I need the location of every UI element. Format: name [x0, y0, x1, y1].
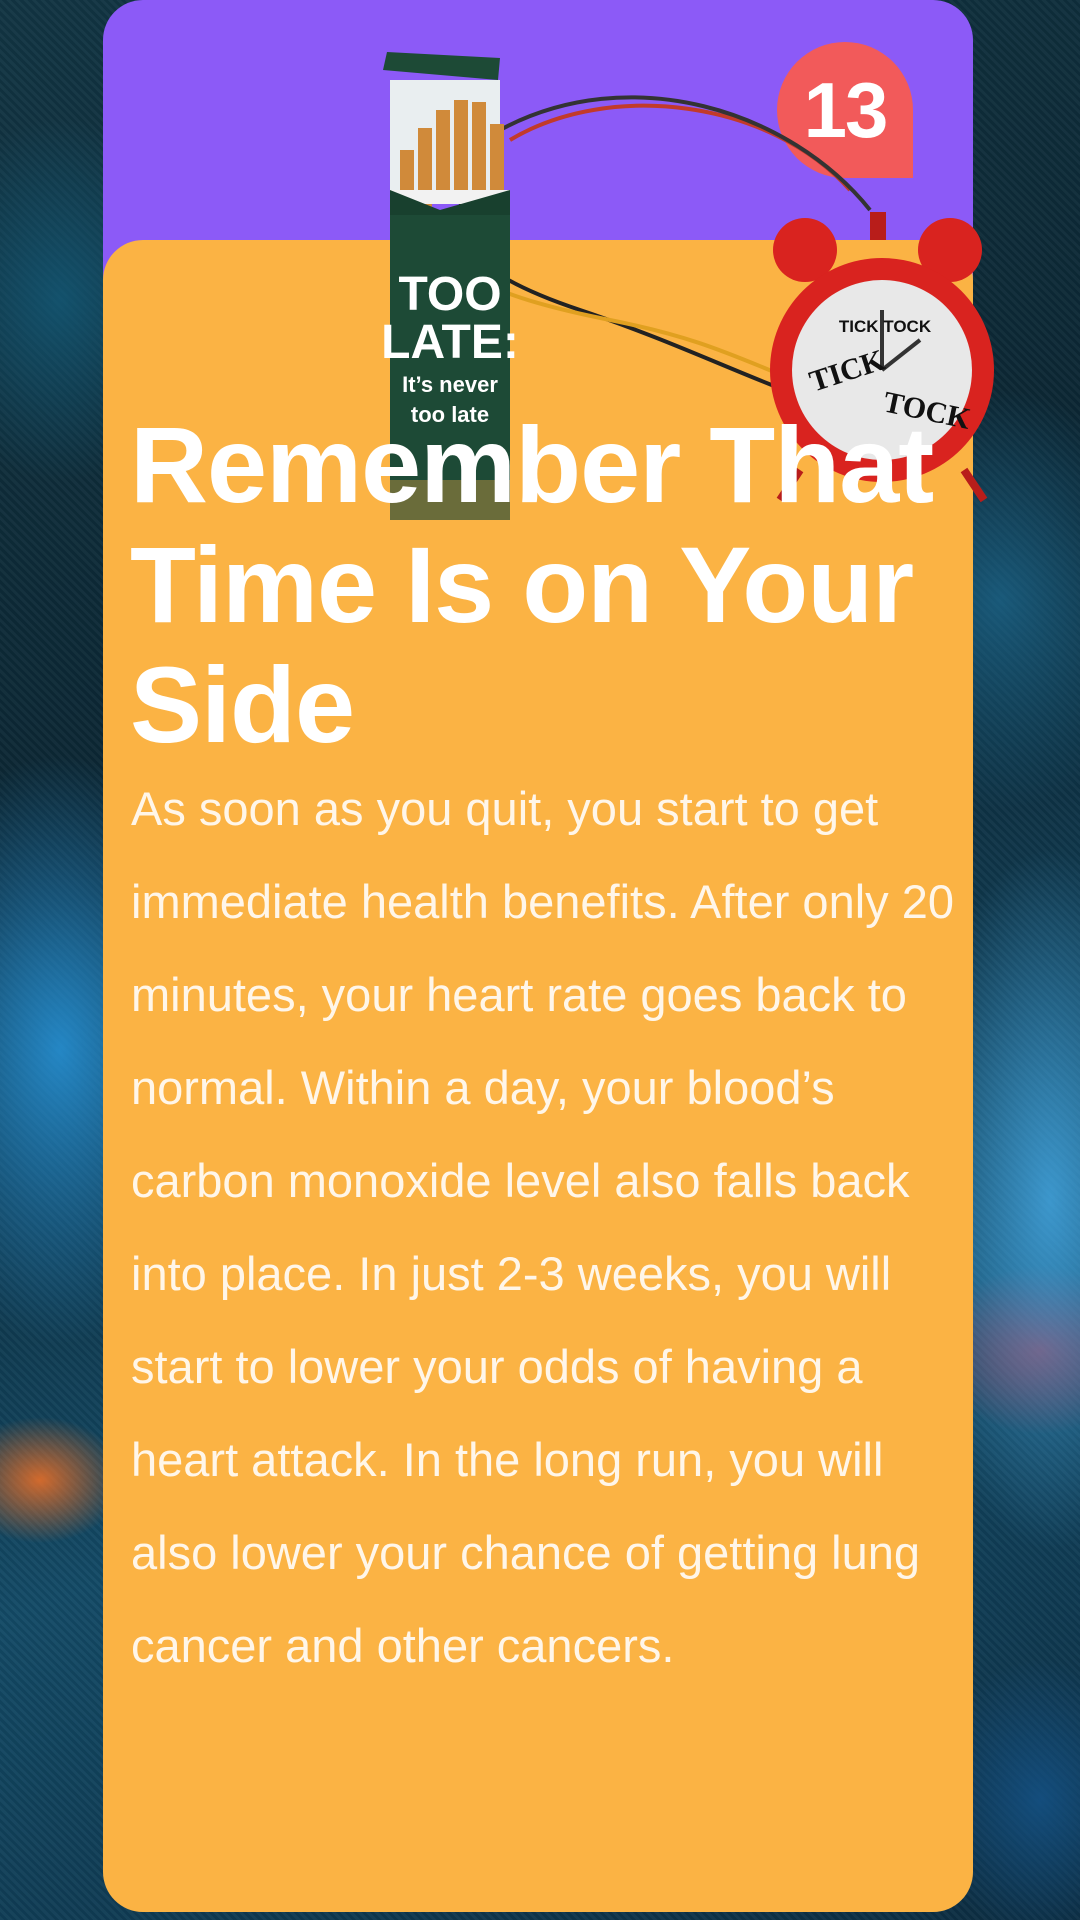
pack-line-1: TOO	[398, 268, 501, 321]
dark-wire-icon	[499, 95, 872, 212]
slide-body-text: As soon as you quit, you start to get im…	[131, 782, 954, 1672]
slide-title: Remember That Time Is on Your Side	[130, 404, 934, 765]
pack-line-2: LATE:	[381, 316, 519, 369]
clock-label: TICK TOCK	[839, 317, 932, 336]
pack-line-3: It’s never	[402, 372, 498, 397]
